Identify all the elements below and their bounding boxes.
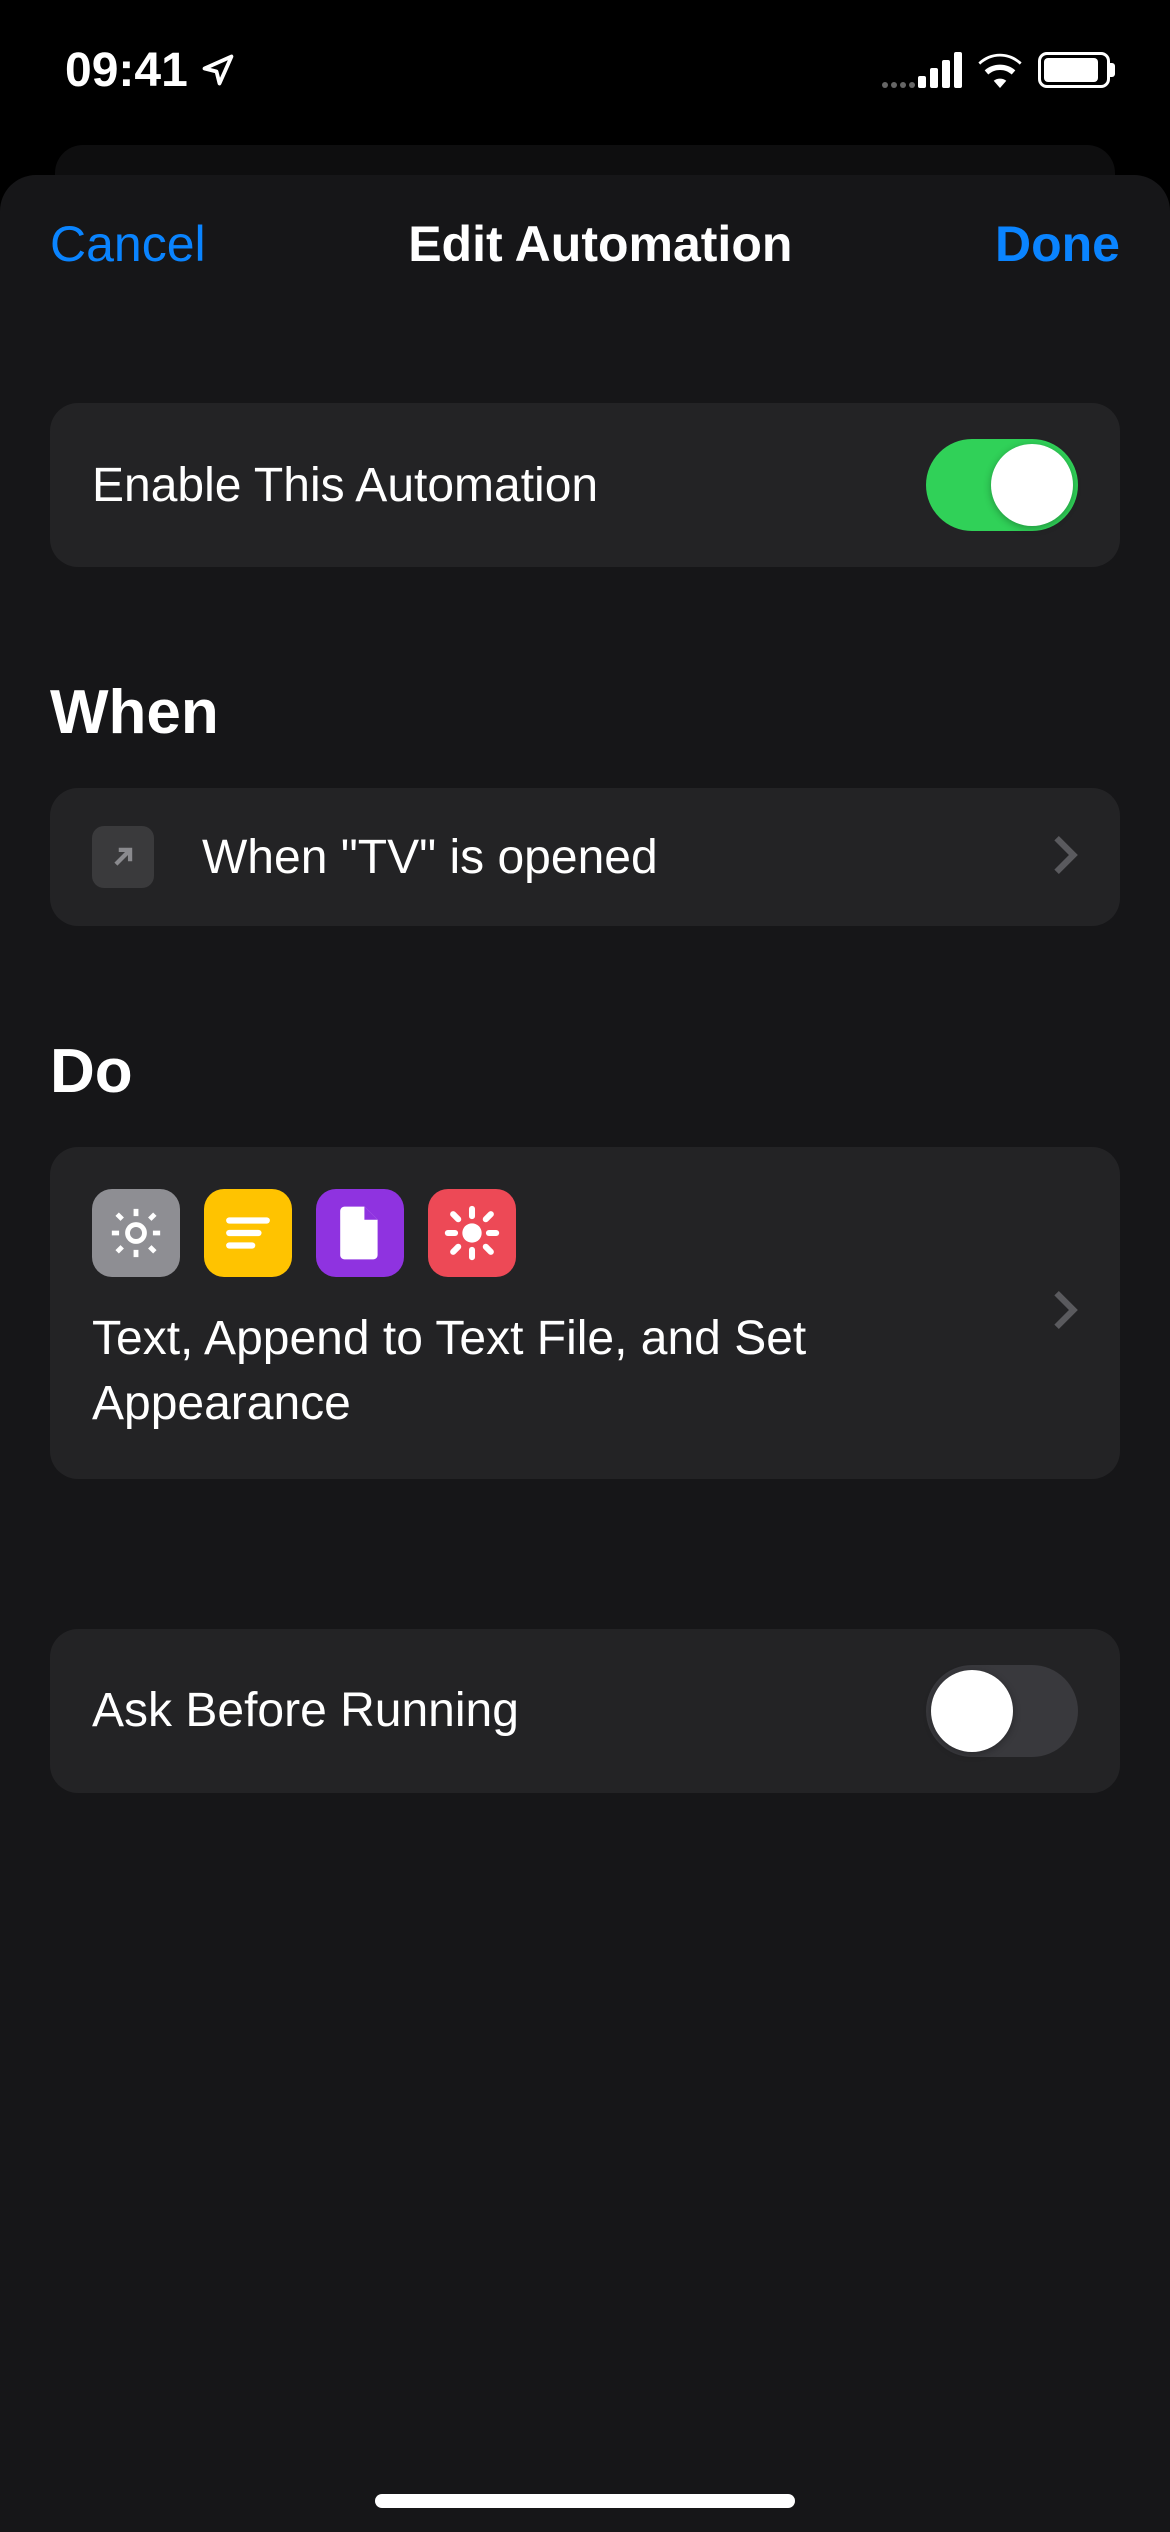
nav-bar: Cancel Edit Automation Done [0, 175, 1170, 303]
chevron-right-icon [1052, 1289, 1078, 1336]
ask-before-running-toggle[interactable] [926, 1665, 1078, 1757]
status-icons [882, 52, 1110, 88]
modal-sheet: Cancel Edit Automation Done Enable This … [0, 175, 1170, 2532]
when-section-header: When [50, 677, 1120, 748]
gear-icon [92, 1189, 180, 1277]
wifi-icon [978, 52, 1022, 88]
done-button[interactable]: Done [995, 215, 1120, 273]
status-bar: 09:41 [0, 0, 1170, 140]
brightness-icon [428, 1189, 516, 1277]
when-trigger-row[interactable]: When "TV" is opened [50, 788, 1120, 926]
ask-before-running-label: Ask Before Running [92, 1683, 519, 1738]
time-label: 09:41 [65, 43, 188, 98]
enable-automation-toggle[interactable] [926, 439, 1078, 531]
status-time: 09:41 [65, 43, 236, 98]
enable-automation-row: Enable This Automation [50, 403, 1120, 567]
enable-automation-label: Enable This Automation [92, 458, 598, 513]
when-trigger-label: When "TV" is opened [202, 830, 1004, 885]
ask-before-running-row: Ask Before Running [50, 1629, 1120, 1793]
text-lines-icon [204, 1189, 292, 1277]
home-indicator[interactable] [375, 2494, 795, 2508]
app-open-icon [92, 826, 154, 888]
cancel-button[interactable]: Cancel [50, 215, 206, 273]
cellular-signal-icon [882, 52, 962, 88]
do-actions-row[interactable]: Text, Append to Text File, and Set Appea… [50, 1147, 1120, 1479]
location-icon [200, 52, 236, 88]
battery-icon [1038, 52, 1110, 88]
content: Enable This Automation When When "TV" is… [0, 403, 1170, 1793]
document-icon [316, 1189, 404, 1277]
do-action-icons [92, 1189, 1022, 1277]
chevron-right-icon [1052, 834, 1078, 881]
page-title: Edit Automation [408, 215, 792, 273]
do-actions-label: Text, Append to Text File, and Set Appea… [92, 1307, 1022, 1437]
do-section-header: Do [50, 1036, 1120, 1107]
